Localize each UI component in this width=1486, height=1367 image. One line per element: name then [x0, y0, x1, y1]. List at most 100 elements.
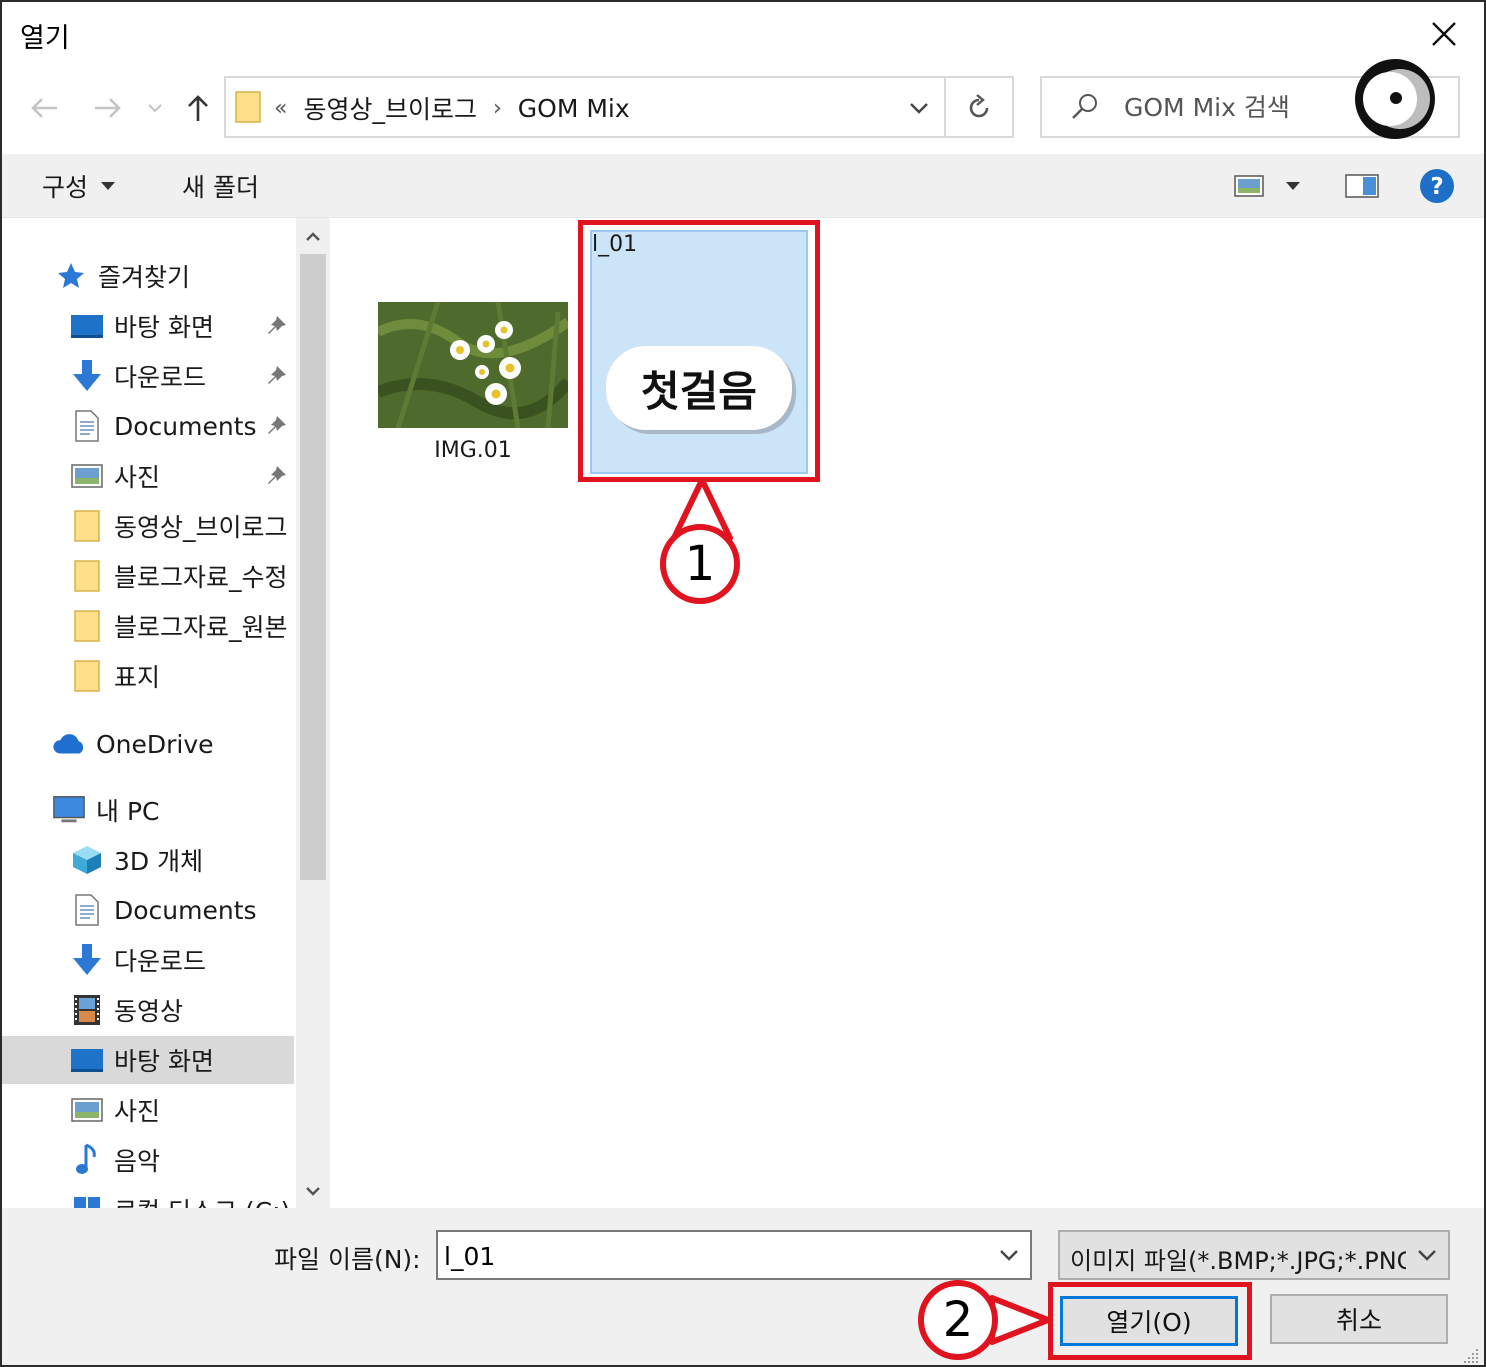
scroll-up-button[interactable] [296, 220, 330, 254]
file-type-value: 이미지 파일(*.BMP;*.JPG;*.PNG [1070, 1247, 1406, 1275]
folder-icon [70, 509, 104, 543]
refresh-button[interactable] [950, 86, 1008, 130]
sidebar-item-cover[interactable]: 표지 [2, 652, 294, 700]
preview-pane-icon [1345, 174, 1379, 198]
download-icon [70, 943, 104, 977]
breadcrumb-overflow[interactable]: « [274, 96, 287, 121]
file-item-img01[interactable]: IMG.01 [332, 218, 614, 478]
file-type-select[interactable]: 이미지 파일(*.BMP;*.JPG;*.PNG [1058, 1230, 1450, 1280]
breadcrumb-item-gommix[interactable]: GOM Mix [518, 94, 630, 123]
dialog-title: 열기 [20, 23, 70, 54]
search-input[interactable] [1124, 88, 1354, 126]
refresh-icon [969, 94, 989, 118]
file-list: IMG.01 첫걸음 l_01 1 [332, 218, 1484, 1208]
music-icon [70, 1143, 104, 1177]
sidebar-item-videos[interactable]: 동영상 [2, 986, 294, 1034]
help-button[interactable]: ? [1418, 166, 1456, 206]
arrow-right-icon [95, 98, 121, 118]
filename-input[interactable] [444, 1238, 984, 1274]
sidebar-item-music[interactable]: 음악 [2, 1136, 294, 1184]
cloud-icon [52, 727, 86, 761]
pin-icon [266, 314, 288, 343]
sidebar-item-local-disk[interactable]: 로컬 디스크 (C:) [2, 1186, 294, 1208]
search-icon [1070, 92, 1100, 126]
up-button[interactable] [180, 82, 216, 134]
sidebar-item-downloads[interactable]: 다운로드 [2, 352, 294, 400]
recent-locations-button[interactable] [142, 82, 168, 134]
breadcrumb-item-vlog[interactable]: 동영상_브이로그 [303, 90, 477, 126]
folder-icon [234, 90, 266, 128]
chevron-down-icon [1418, 1250, 1436, 1261]
desktop-icon [70, 1043, 104, 1077]
sidebar-item-quick-access[interactable]: 즐겨찾기 [2, 252, 294, 300]
sidebar-item-3d-objects[interactable]: 3D 개체 [2, 836, 294, 884]
sidebar-item-pc-desktop[interactable]: 바탕 화면 [2, 1036, 294, 1084]
download-icon [70, 359, 104, 393]
arrow-left-icon [31, 98, 57, 118]
document-icon [70, 893, 104, 927]
document-icon [70, 409, 104, 443]
gom-logo-icon [1352, 56, 1438, 142]
chevron-down-icon [910, 103, 928, 114]
sidebar-item-documents[interactable]: Documents [2, 402, 294, 450]
dialog-footer: 파일 이름(N): 이미지 파일(*.BMP;*.JPG;*.PNG 열기(O)… [2, 1208, 1484, 1365]
sidebar-item-vlog-folder[interactable]: 동영상_브이로그 [2, 502, 294, 550]
step-marker-1: 1 [660, 524, 740, 604]
forward-button[interactable] [88, 82, 128, 134]
sidebar-item-blog-edited[interactable]: 블로그자료_수정 [2, 552, 294, 600]
address-history-button[interactable] [896, 88, 942, 128]
flower-thumbnail [378, 302, 568, 428]
folder-icon [70, 559, 104, 593]
filename-label: 파일 이름(N): [274, 1245, 421, 1274]
command-toolbar: 구성 새 폴더 ? [2, 154, 1484, 218]
close-icon [1432, 22, 1456, 46]
step-marker-2: 2 [918, 1280, 998, 1360]
sidebar-item-pictures[interactable]: 사진 [2, 452, 294, 500]
divider [944, 78, 946, 136]
preview-pane-button[interactable] [1342, 166, 1382, 206]
pictures-icon [70, 1093, 104, 1127]
pictures-icon [70, 459, 104, 493]
chevron-right-icon: › [492, 95, 502, 121]
resize-grip-icon[interactable] [1460, 1345, 1480, 1365]
scroll-down-button[interactable] [296, 1174, 330, 1208]
folder-icon [70, 609, 104, 643]
caret-down-icon [101, 182, 116, 190]
sidebar-item-onedrive[interactable]: OneDrive [2, 720, 294, 768]
help-icon: ? [1420, 169, 1454, 203]
file-name-img01: IMG.01 [434, 438, 512, 463]
highlight-box-step1 [578, 220, 820, 482]
computer-icon [52, 793, 86, 827]
navigation-bar: « 동영상_브이로그 › GOM Mix [2, 64, 1484, 154]
view-options-button[interactable] [1232, 166, 1266, 206]
film-icon [70, 993, 104, 1027]
organize-button[interactable]: 구성 [42, 168, 116, 204]
sidebar-scrollbar[interactable] [296, 218, 330, 1208]
scrollbar-thumb[interactable] [300, 254, 326, 880]
view-menu-button[interactable] [1278, 166, 1308, 206]
sidebar-item-blog-original[interactable]: 블로그자료_원본 [2, 602, 294, 650]
organize-label: 구성 [42, 173, 89, 202]
cancel-button[interactable]: 취소 [1270, 1294, 1448, 1344]
navigation-pane: 즐겨찾기 바탕 화면 다운로드 Documents 사진 동영상_브이로그 블로… [2, 218, 298, 1208]
back-button[interactable] [24, 82, 64, 134]
pin-icon [266, 414, 288, 443]
svg-text:?: ? [1430, 174, 1443, 200]
sidebar-item-this-pc[interactable]: 내 PC [2, 786, 294, 834]
cube-icon [70, 843, 104, 877]
chevron-down-icon [1000, 1250, 1018, 1261]
drive-icon [70, 1193, 104, 1208]
new-folder-button[interactable]: 새 폴더 [182, 168, 259, 204]
desktop-icon [70, 309, 104, 343]
open-file-dialog: 열기 « 동영상_브이로그 › GOM Mix GOM Mix 검색 구성 새 … [0, 0, 1486, 1367]
breadcrumb: « 동영상_브이로그 › GOM Mix [274, 90, 630, 126]
close-button[interactable] [1416, 10, 1472, 58]
highlight-box-step2 [1048, 1282, 1252, 1360]
sidebar-item-pc-documents[interactable]: Documents [2, 886, 294, 934]
sidebar-item-pc-pictures[interactable]: 사진 [2, 1086, 294, 1134]
filename-combobox[interactable] [436, 1230, 1032, 1280]
sidebar-item-pc-downloads[interactable]: 다운로드 [2, 936, 294, 984]
sidebar-item-desktop[interactable]: 바탕 화면 [2, 302, 294, 350]
arrow-up-icon [188, 95, 208, 121]
address-bar[interactable]: « 동영상_브이로그 › GOM Mix [224, 76, 1014, 138]
